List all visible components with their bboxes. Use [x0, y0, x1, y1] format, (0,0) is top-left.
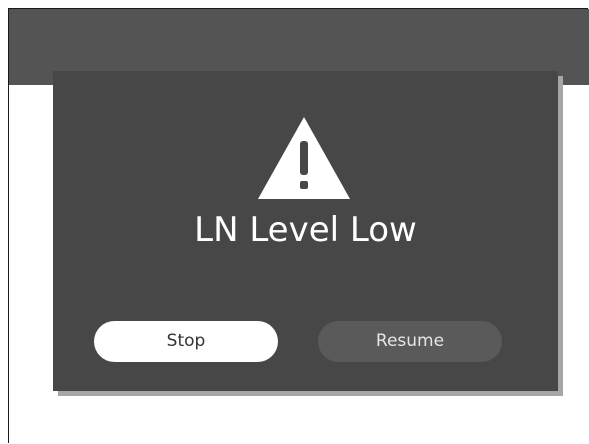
resume-button[interactable]: Resume: [318, 321, 502, 362]
stop-button[interactable]: Stop: [94, 321, 278, 362]
warning-icon: [258, 117, 350, 199]
alert-title: LN Level Low: [194, 210, 417, 250]
screen: LN Level Low Stop Resume: [9, 9, 589, 444]
alert-dialog: LN Level Low Stop Resume: [53, 71, 558, 391]
